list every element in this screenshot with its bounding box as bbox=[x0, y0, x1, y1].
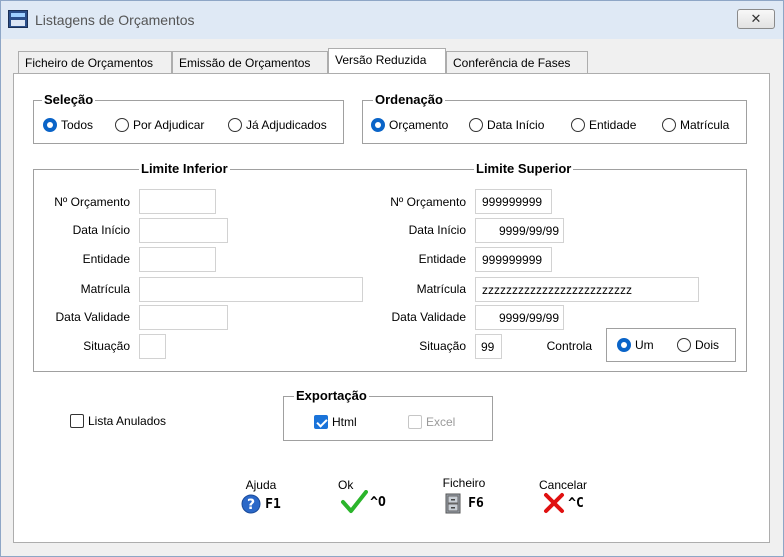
inf-situacao-input[interactable] bbox=[139, 334, 166, 359]
help-icon: ? bbox=[241, 494, 261, 514]
inf-orcamento-input[interactable] bbox=[139, 189, 216, 214]
ficheiro-caption: Ficheiro bbox=[442, 476, 486, 490]
sup-data-validade-input[interactable]: 9999/99/99 bbox=[475, 305, 564, 330]
sup-orcamento-input[interactable]: 999999999 bbox=[475, 189, 552, 214]
radio-entidade[interactable]: Entidade bbox=[571, 118, 636, 132]
inf-matricula-input[interactable] bbox=[139, 277, 363, 302]
radio-dot bbox=[662, 118, 676, 132]
sup-matricula-input[interactable]: zzzzzzzzzzzzzzzzzzzzzzzzz bbox=[475, 277, 699, 302]
sup-entidade-input[interactable]: 999999999 bbox=[475, 247, 552, 272]
ok-button[interactable]: Ok ^O bbox=[332, 478, 394, 514]
radio-por-adjudicar[interactable]: Por Adjudicar bbox=[115, 118, 204, 132]
sup-matricula-label: Matrícula bbox=[416, 282, 466, 296]
exportacao-legend: Exportação bbox=[294, 388, 369, 403]
svg-text:?: ? bbox=[247, 497, 255, 513]
checkbox-box bbox=[70, 414, 84, 428]
controla-label: Controla bbox=[546, 339, 592, 353]
selecao-legend: Seleção bbox=[42, 92, 96, 107]
inf-situacao-label: Situação bbox=[83, 339, 130, 353]
ficheiro-button[interactable]: Ficheiro F6 bbox=[433, 476, 495, 514]
sup-data-inicio-label: Data Início bbox=[408, 223, 466, 237]
inf-entidade-label: Entidade bbox=[82, 252, 130, 266]
inf-data-inicio-input[interactable] bbox=[139, 218, 228, 243]
radio-data-inicio[interactable]: Data Início bbox=[469, 118, 544, 132]
tab-ficheiro-orcamentos[interactable]: Ficheiro de Orçamentos bbox=[18, 51, 172, 73]
sup-data-inicio-input[interactable]: 9999/99/99 bbox=[475, 218, 564, 243]
limite-inferior-title: Limite Inferior bbox=[139, 161, 230, 176]
close-icon: ✕ bbox=[750, 11, 762, 26]
inf-data-validade-label: Data Validade bbox=[55, 310, 131, 324]
checkmark-icon bbox=[341, 490, 369, 513]
radio-matricula[interactable]: Matrícula bbox=[662, 118, 729, 132]
app-icon bbox=[8, 10, 28, 28]
radio-dot bbox=[469, 118, 483, 132]
tab-versao-reduzida[interactable]: Versão Reduzida bbox=[328, 48, 446, 73]
html-checkbox[interactable]: Html bbox=[314, 415, 357, 429]
inf-data-validade-input[interactable] bbox=[139, 305, 228, 330]
radio-orcamento[interactable]: Orçamento bbox=[371, 118, 448, 132]
limite-superior-title: Limite Superior bbox=[474, 161, 574, 176]
radio-controla-dois[interactable]: Dois bbox=[677, 338, 719, 352]
radio-controla-um[interactable]: Um bbox=[617, 338, 654, 352]
ordenacao-legend: Ordenação bbox=[373, 92, 445, 107]
close-button[interactable]: ✕ bbox=[737, 9, 775, 29]
lista-anulados-checkbox[interactable]: Lista Anulados bbox=[70, 414, 166, 428]
inf-entidade-input[interactable] bbox=[139, 247, 216, 272]
file-cabinet-icon bbox=[445, 493, 461, 514]
x-cancel-icon bbox=[544, 493, 565, 513]
checkbox-box bbox=[408, 415, 422, 429]
radio-dot bbox=[571, 118, 585, 132]
inf-data-inicio-label: Data Início bbox=[72, 223, 130, 237]
radio-dot bbox=[43, 118, 57, 132]
radio-dot bbox=[228, 118, 242, 132]
cancelar-caption: Cancelar bbox=[538, 478, 588, 492]
radio-dot bbox=[115, 118, 129, 132]
sup-data-validade-label: Data Validade bbox=[391, 310, 467, 324]
radio-dot bbox=[617, 338, 631, 352]
tab-conferencia-fases[interactable]: Conferência de Fases bbox=[446, 51, 588, 73]
excel-checkbox: Excel bbox=[408, 415, 455, 429]
window-title: Listagens de Orçamentos bbox=[35, 12, 195, 28]
radio-todos[interactable]: Todos bbox=[43, 118, 93, 132]
sup-situacao-label: Situação bbox=[419, 339, 466, 353]
tab-emissao-orcamentos[interactable]: Emissão de Orçamentos bbox=[172, 51, 328, 73]
sup-orcamento-label: Nº Orçamento bbox=[390, 195, 466, 209]
ajuda-caption: Ajuda bbox=[245, 478, 277, 492]
cancelar-button[interactable]: Cancelar ^C bbox=[530, 478, 596, 514]
radio-dot bbox=[371, 118, 385, 132]
inf-orcamento-label: Nº Orçamento bbox=[54, 195, 130, 209]
sup-situacao-input[interactable]: 99 bbox=[475, 334, 502, 359]
inf-matricula-label: Matrícula bbox=[80, 282, 130, 296]
title-bar: Listagens de Orçamentos ✕ bbox=[1, 1, 783, 39]
radio-dot bbox=[677, 338, 691, 352]
radio-ja-adjudicados[interactable]: Já Adjudicados bbox=[228, 118, 327, 132]
sup-entidade-label: Entidade bbox=[418, 252, 466, 266]
checkbox-box bbox=[314, 415, 328, 429]
ajuda-button[interactable]: Ajuda ? F1 bbox=[234, 478, 288, 514]
